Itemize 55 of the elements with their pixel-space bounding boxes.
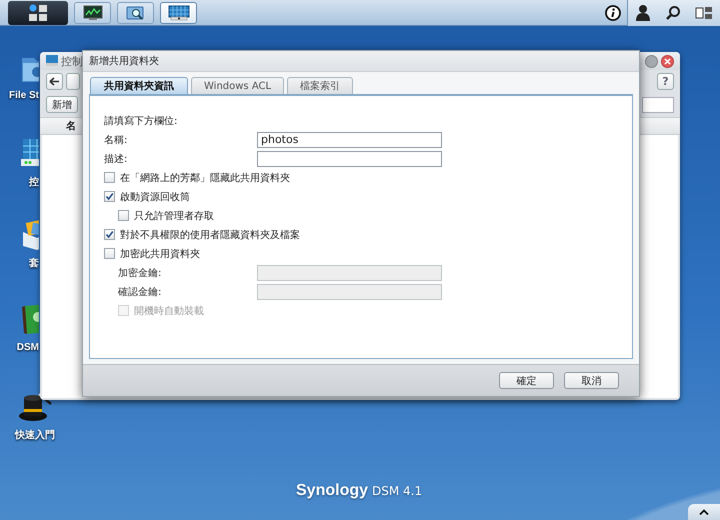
caret-up-icon[interactable] bbox=[699, 509, 709, 515]
checkbox-label: 對於不具權限的使用者隱藏資料夾及檔案 bbox=[120, 228, 300, 242]
checkbox-label: 啟動資源回收筒 bbox=[120, 190, 190, 204]
help-button[interactable]: ? bbox=[657, 72, 674, 90]
tab[interactable]: Windows ACL bbox=[191, 77, 284, 94]
instruction-text: 請填寫下方欄位: bbox=[104, 114, 178, 128]
widgets-icon[interactable] bbox=[695, 6, 713, 20]
book-icon[interactable] bbox=[20, 302, 39, 336]
dialog-button[interactable]: 確定 bbox=[499, 372, 554, 389]
checkbox[interactable] bbox=[104, 229, 115, 240]
control-panel-icon bbox=[46, 55, 58, 67]
column-header[interactable]: 名 bbox=[66, 119, 76, 133]
back-button[interactable] bbox=[46, 72, 63, 90]
checkbox-label: 加密此共用資料夾 bbox=[120, 248, 200, 260]
input-field[interactable]: photos bbox=[257, 132, 442, 148]
brand-version: DSM 4.1 bbox=[372, 484, 422, 498]
monitor-icon bbox=[82, 4, 102, 20]
desktop-icon-label[interactable]: 快速入門 bbox=[15, 428, 55, 442]
minimize-button[interactable] bbox=[645, 54, 658, 68]
field-label: 描述: bbox=[104, 152, 128, 166]
checkbox-label: 只允許管理者存取 bbox=[134, 210, 214, 222]
checkbox-label: 在「網路上的芳鄰」隱藏此共用資料夾 bbox=[120, 172, 290, 184]
taskbar-button[interactable] bbox=[160, 2, 197, 24]
new-button[interactable]: 新增 bbox=[46, 96, 78, 113]
field-label: 加密金鑰: bbox=[118, 266, 162, 280]
back-arrow-icon bbox=[49, 76, 60, 86]
tab[interactable]: 共用資料夾資訊 bbox=[90, 77, 188, 94]
desktop-icon-label[interactable]: 控 bbox=[29, 175, 39, 189]
folder-search-icon bbox=[126, 4, 146, 20]
taskbar-button[interactable] bbox=[117, 2, 154, 24]
window-title: 控制 bbox=[61, 54, 83, 68]
desktop-icon-label[interactable]: DSM bbox=[16, 342, 39, 353]
dialog-button[interactable]: 取消 bbox=[564, 372, 619, 389]
checkbox[interactable] bbox=[104, 248, 115, 259]
taskbar-button[interactable] bbox=[74, 2, 111, 24]
info-icon[interactable] bbox=[605, 4, 621, 20]
brand-name: Synology bbox=[296, 482, 368, 500]
input-field[interactable] bbox=[257, 150, 442, 166]
field-label: 名稱: bbox=[104, 134, 128, 146]
control-panel-icon bbox=[168, 4, 190, 20]
checkbox[interactable] bbox=[104, 191, 115, 202]
desktop-icon-label[interactable]: File St bbox=[8, 90, 39, 101]
tab[interactable]: 檔案索引 bbox=[287, 77, 354, 94]
dialog-title: 新增共用資料夾 bbox=[83, 51, 639, 72]
search-icon[interactable] bbox=[665, 4, 681, 20]
user-icon[interactable] bbox=[635, 4, 651, 22]
forward-button[interactable] bbox=[66, 72, 80, 90]
desktop-icon-label[interactable]: 套 bbox=[29, 256, 39, 270]
search-field[interactable] bbox=[642, 96, 674, 112]
checkbox[interactable] bbox=[118, 210, 129, 221]
main-menu-button[interactable] bbox=[8, 0, 68, 24]
checkbox-label: 開機時自動裝載 bbox=[134, 304, 204, 318]
checkbox[interactable] bbox=[104, 172, 115, 183]
field-label: 確認金鑰: bbox=[118, 286, 162, 298]
close-button[interactable] bbox=[661, 54, 674, 68]
